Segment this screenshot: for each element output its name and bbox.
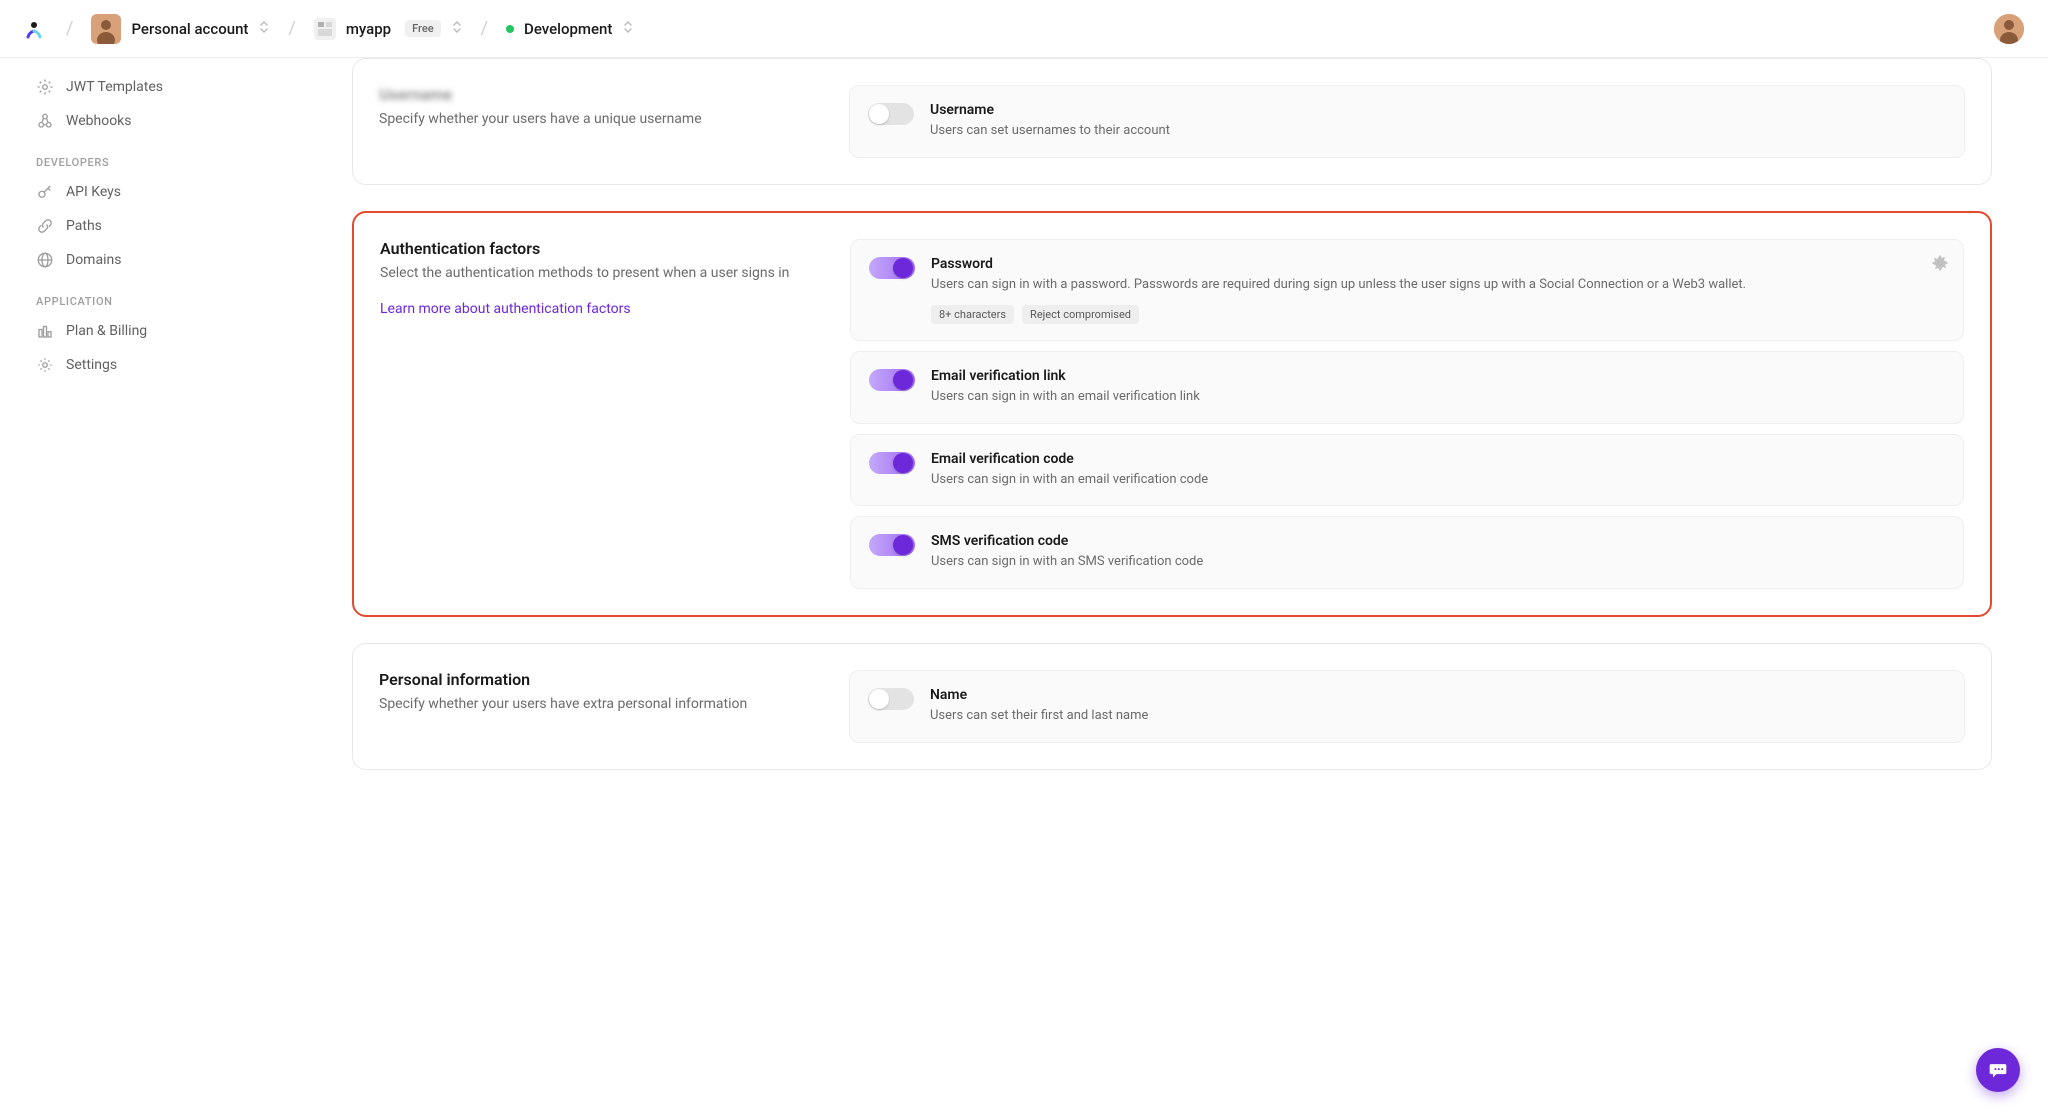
section-title: Authentication factors bbox=[380, 239, 810, 258]
key-icon bbox=[36, 183, 54, 201]
section-auth-factors: Authentication factors Select the authen… bbox=[352, 211, 1992, 617]
option-desc: Users can sign in with a password. Passw… bbox=[931, 276, 1945, 295]
breadcrumb: / Personal account / myapp Free / Develo… bbox=[20, 14, 634, 44]
toggle-password[interactable] bbox=[869, 257, 915, 279]
section-personal-info: Personal information Specify whether you… bbox=[352, 643, 1992, 770]
option-desc: Users can sign in with an SMS verificati… bbox=[931, 553, 1945, 572]
sidebar-item-plan-billing[interactable]: Plan & Billing bbox=[24, 314, 280, 348]
option-desc: Users can sign in with an email verifica… bbox=[931, 388, 1945, 407]
sidebar-item-label: JWT Templates bbox=[66, 79, 163, 95]
sidebar-item-label: Settings bbox=[66, 357, 117, 373]
option-title: Password bbox=[931, 256, 1945, 272]
env-switcher[interactable]: Development bbox=[506, 19, 634, 39]
section-title: Personal information bbox=[379, 670, 809, 689]
section-desc: Specify whether your users have a unique… bbox=[379, 110, 809, 130]
option-row: Email verification code Users can sign in… bbox=[850, 434, 1964, 507]
option-title: Username bbox=[930, 102, 1946, 118]
chevron-updown-icon bbox=[451, 19, 463, 39]
breadcrumb-separator: / bbox=[288, 18, 295, 39]
option-row: Name Users can set their first and last n… bbox=[849, 670, 1965, 743]
app-tile-icon bbox=[314, 18, 336, 40]
env-name: Development bbox=[524, 20, 612, 38]
option-title: Email verification code bbox=[931, 451, 1945, 467]
account-switcher[interactable]: Personal account bbox=[91, 14, 270, 44]
breadcrumb-separator: / bbox=[66, 18, 73, 39]
sidebar-item-label: Paths bbox=[66, 218, 102, 234]
section-title: Username bbox=[379, 85, 809, 104]
toggle-name[interactable] bbox=[868, 688, 914, 710]
chat-fab[interactable] bbox=[1976, 1048, 2020, 1092]
sidebar-item-settings[interactable]: Settings bbox=[24, 348, 280, 382]
section-desc: Specify whether your users have extra pe… bbox=[379, 695, 809, 715]
sidebar-group-header: DEVELOPERS bbox=[24, 138, 280, 175]
option-row: Password Users can sign in with a passwor… bbox=[850, 239, 1964, 341]
app-switcher[interactable]: myapp Free bbox=[314, 18, 463, 40]
section-desc: Select the authentication methods to pre… bbox=[380, 264, 810, 284]
chevron-updown-icon bbox=[258, 19, 270, 39]
profile-avatar[interactable] bbox=[1994, 14, 2024, 44]
sidebar-item-label: Domains bbox=[66, 252, 121, 268]
option-row: Username Users can set usernames to their… bbox=[849, 85, 1965, 158]
top-bar: / Personal account / myapp Free / Develo… bbox=[0, 0, 2048, 58]
learn-more-link[interactable]: Learn more about authentication factors bbox=[380, 301, 631, 317]
toggle-sms-verification-code[interactable] bbox=[869, 534, 915, 556]
breadcrumb-separator: / bbox=[481, 18, 488, 39]
account-avatar bbox=[91, 14, 121, 44]
main-content: Username Specify whether your users have… bbox=[296, 58, 2048, 810]
option-tag: Reject compromised bbox=[1022, 305, 1139, 324]
webhooks-icon bbox=[36, 112, 54, 130]
account-name: Personal account bbox=[131, 20, 248, 38]
sidebar-item-webhooks[interactable]: Webhooks bbox=[24, 104, 280, 138]
columns-icon bbox=[36, 322, 54, 340]
option-tag: 8+ characters bbox=[931, 305, 1014, 324]
sidebar-group-header: APPLICATION bbox=[24, 277, 280, 314]
option-title: SMS verification code bbox=[931, 533, 1945, 549]
app-name: myapp bbox=[346, 20, 391, 38]
option-row: SMS verification code Users can sign in w… bbox=[850, 516, 1964, 589]
section-username: Username Specify whether your users have… bbox=[352, 58, 1992, 185]
option-desc: Users can sign in with an email verifica… bbox=[931, 471, 1945, 490]
toggle-username[interactable] bbox=[868, 103, 914, 125]
app-logo[interactable] bbox=[20, 15, 48, 43]
sidebar-item-paths[interactable]: Paths bbox=[24, 209, 280, 243]
link-icon bbox=[36, 217, 54, 235]
sidebar: JWT Templates Webhooks DEVELOPERS API Keys… bbox=[0, 58, 296, 810]
sidebar-item-domains[interactable]: Domains bbox=[24, 243, 280, 277]
option-title: Name bbox=[930, 687, 1946, 703]
sidebar-item-label: Plan & Billing bbox=[66, 323, 147, 339]
option-desc: Users can set their first and last name bbox=[930, 707, 1946, 726]
option-desc: Users can set usernames to their account bbox=[930, 122, 1946, 141]
option-title: Email verification link bbox=[931, 368, 1945, 384]
sidebar-item-jwt-templates[interactable]: JWT Templates bbox=[24, 70, 280, 104]
chevron-updown-icon bbox=[622, 19, 634, 39]
toggle-email-verification-code[interactable] bbox=[869, 452, 915, 474]
option-row: Email verification link Users can sign in… bbox=[850, 351, 1964, 424]
sidebar-item-api-keys[interactable]: API Keys bbox=[24, 175, 280, 209]
sidebar-item-label: Webhooks bbox=[66, 113, 132, 129]
gear-icon bbox=[36, 356, 54, 374]
env-status-dot bbox=[506, 25, 514, 33]
globe-icon bbox=[36, 251, 54, 269]
sidebar-item-label: API Keys bbox=[66, 184, 121, 200]
option-settings-button[interactable] bbox=[1931, 254, 1949, 276]
plan-badge: Free bbox=[405, 20, 441, 37]
toggle-email-verification-link[interactable] bbox=[869, 369, 915, 391]
gear-star-icon bbox=[36, 78, 54, 96]
